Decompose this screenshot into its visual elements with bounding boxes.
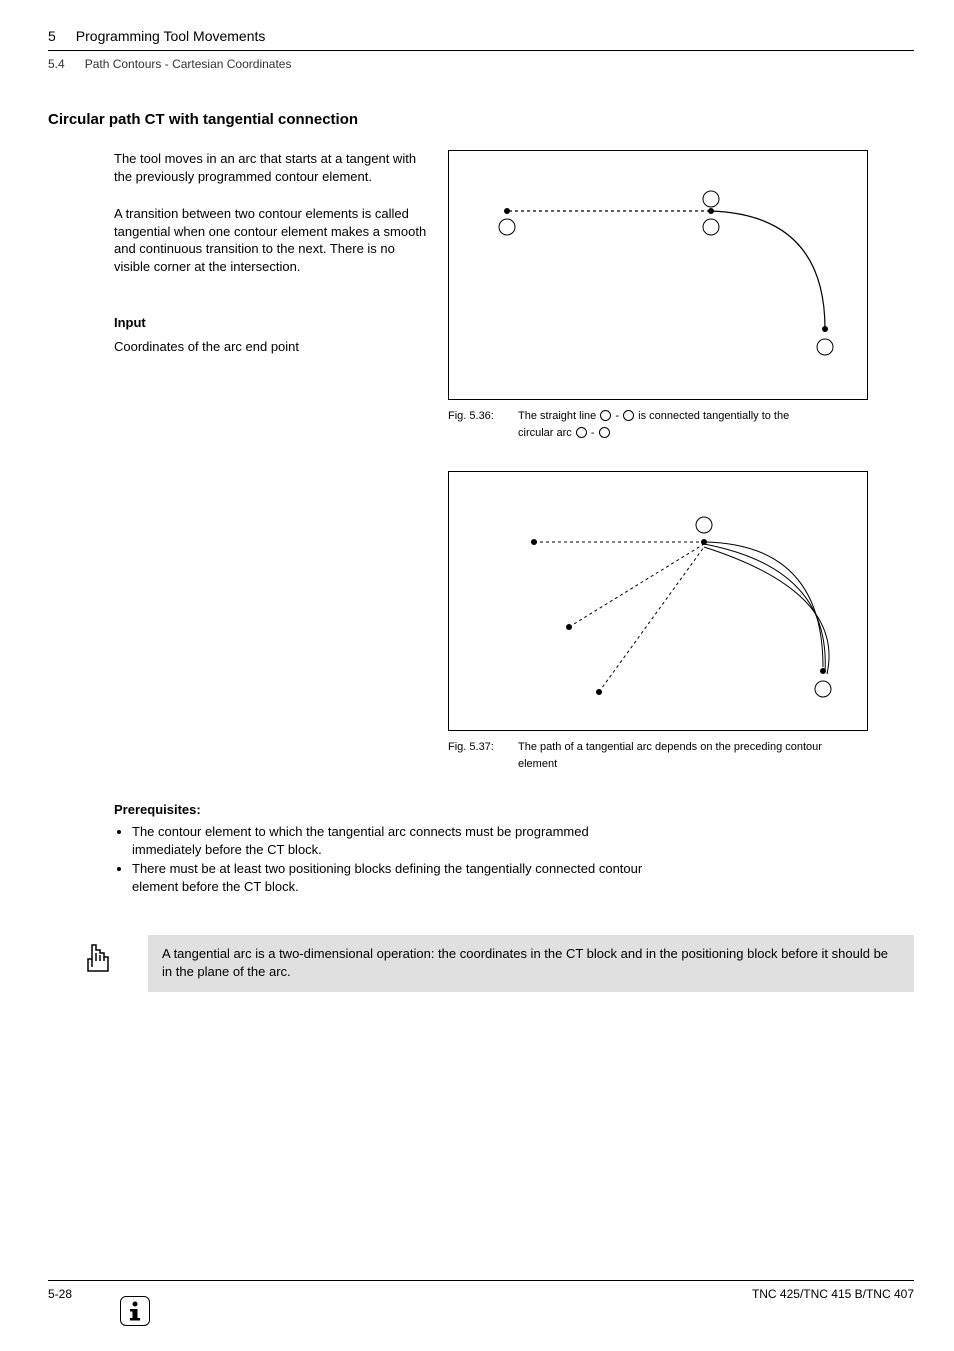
fig-text: element bbox=[518, 756, 868, 773]
figure-5-36 bbox=[448, 150, 868, 400]
paragraph-2: A transition between two contour element… bbox=[114, 205, 428, 275]
main-content: Circular path CT with tangential connect… bbox=[0, 71, 954, 992]
fig-text: The straight line bbox=[518, 410, 599, 422]
figure-5-37-caption: Fig. 5.37:The path of a tangential arc d… bbox=[448, 739, 868, 772]
fig-text: is connected tangentially to the bbox=[635, 410, 789, 422]
chapter-title: Programming Tool Movements bbox=[76, 28, 266, 44]
fig-text: circular arc bbox=[518, 427, 575, 439]
section-title: Path Contours - Cartesian Coordinates bbox=[85, 57, 292, 71]
chapter-number: 5 bbox=[48, 28, 56, 44]
list-item: There must be at least two positioning b… bbox=[132, 860, 644, 895]
circle-marker-icon bbox=[623, 410, 634, 421]
circle-marker-icon bbox=[576, 427, 587, 438]
page-number: 5-28 bbox=[48, 1287, 72, 1301]
section-number: 5.4 bbox=[48, 57, 65, 71]
figure-5-37 bbox=[448, 471, 868, 731]
pointing-hand-icon bbox=[78, 937, 118, 980]
paragraph-1: The tool moves in an arc that starts at … bbox=[114, 150, 428, 185]
left-column: The tool moves in an arc that starts at … bbox=[48, 150, 428, 772]
prerequisites-heading: Prerequisites: bbox=[114, 802, 914, 817]
page-footer: 5-28 TNC 425/TNC 415 B/TNC 407 bbox=[48, 1280, 914, 1301]
prerequisites-list: The contour element to which the tangent… bbox=[114, 823, 644, 895]
fig-num: Fig. 5.36: bbox=[448, 408, 518, 425]
info-icon[interactable] bbox=[120, 1296, 150, 1326]
note-block: A tangential arc is a two-dimensional op… bbox=[48, 935, 914, 991]
input-heading: Input bbox=[114, 315, 428, 330]
section-line: 5.4 Path Contours - Cartesian Coordinate… bbox=[48, 51, 914, 71]
page-header: 5 Programming Tool Movements 5.4 Path Co… bbox=[0, 0, 954, 71]
circle-marker-icon bbox=[599, 427, 610, 438]
circle-marker-icon bbox=[600, 410, 611, 421]
page-heading: Circular path CT with tangential connect… bbox=[48, 111, 914, 128]
note-text: A tangential arc is a two-dimensional op… bbox=[148, 935, 914, 991]
list-item: The contour element to which the tangent… bbox=[132, 823, 644, 858]
two-column-layout: The tool moves in an arc that starts at … bbox=[48, 150, 914, 772]
fig-dash: - bbox=[588, 427, 598, 439]
fig-num: Fig. 5.37: bbox=[448, 739, 518, 756]
chapter-line: 5 Programming Tool Movements bbox=[48, 28, 914, 51]
fig-text: The path of a tangential arc depends on … bbox=[518, 741, 822, 753]
figure-5-36-caption: Fig. 5.36:The straight line - is connect… bbox=[448, 408, 868, 441]
input-text: Coordinates of the arc end point bbox=[114, 338, 428, 356]
right-column: Fig. 5.36:The straight line - is connect… bbox=[448, 150, 878, 772]
prerequisites-section: Prerequisites: The contour element to wh… bbox=[48, 802, 914, 895]
fig-dash: - bbox=[612, 410, 622, 422]
document-model: TNC 425/TNC 415 B/TNC 407 bbox=[752, 1287, 914, 1301]
